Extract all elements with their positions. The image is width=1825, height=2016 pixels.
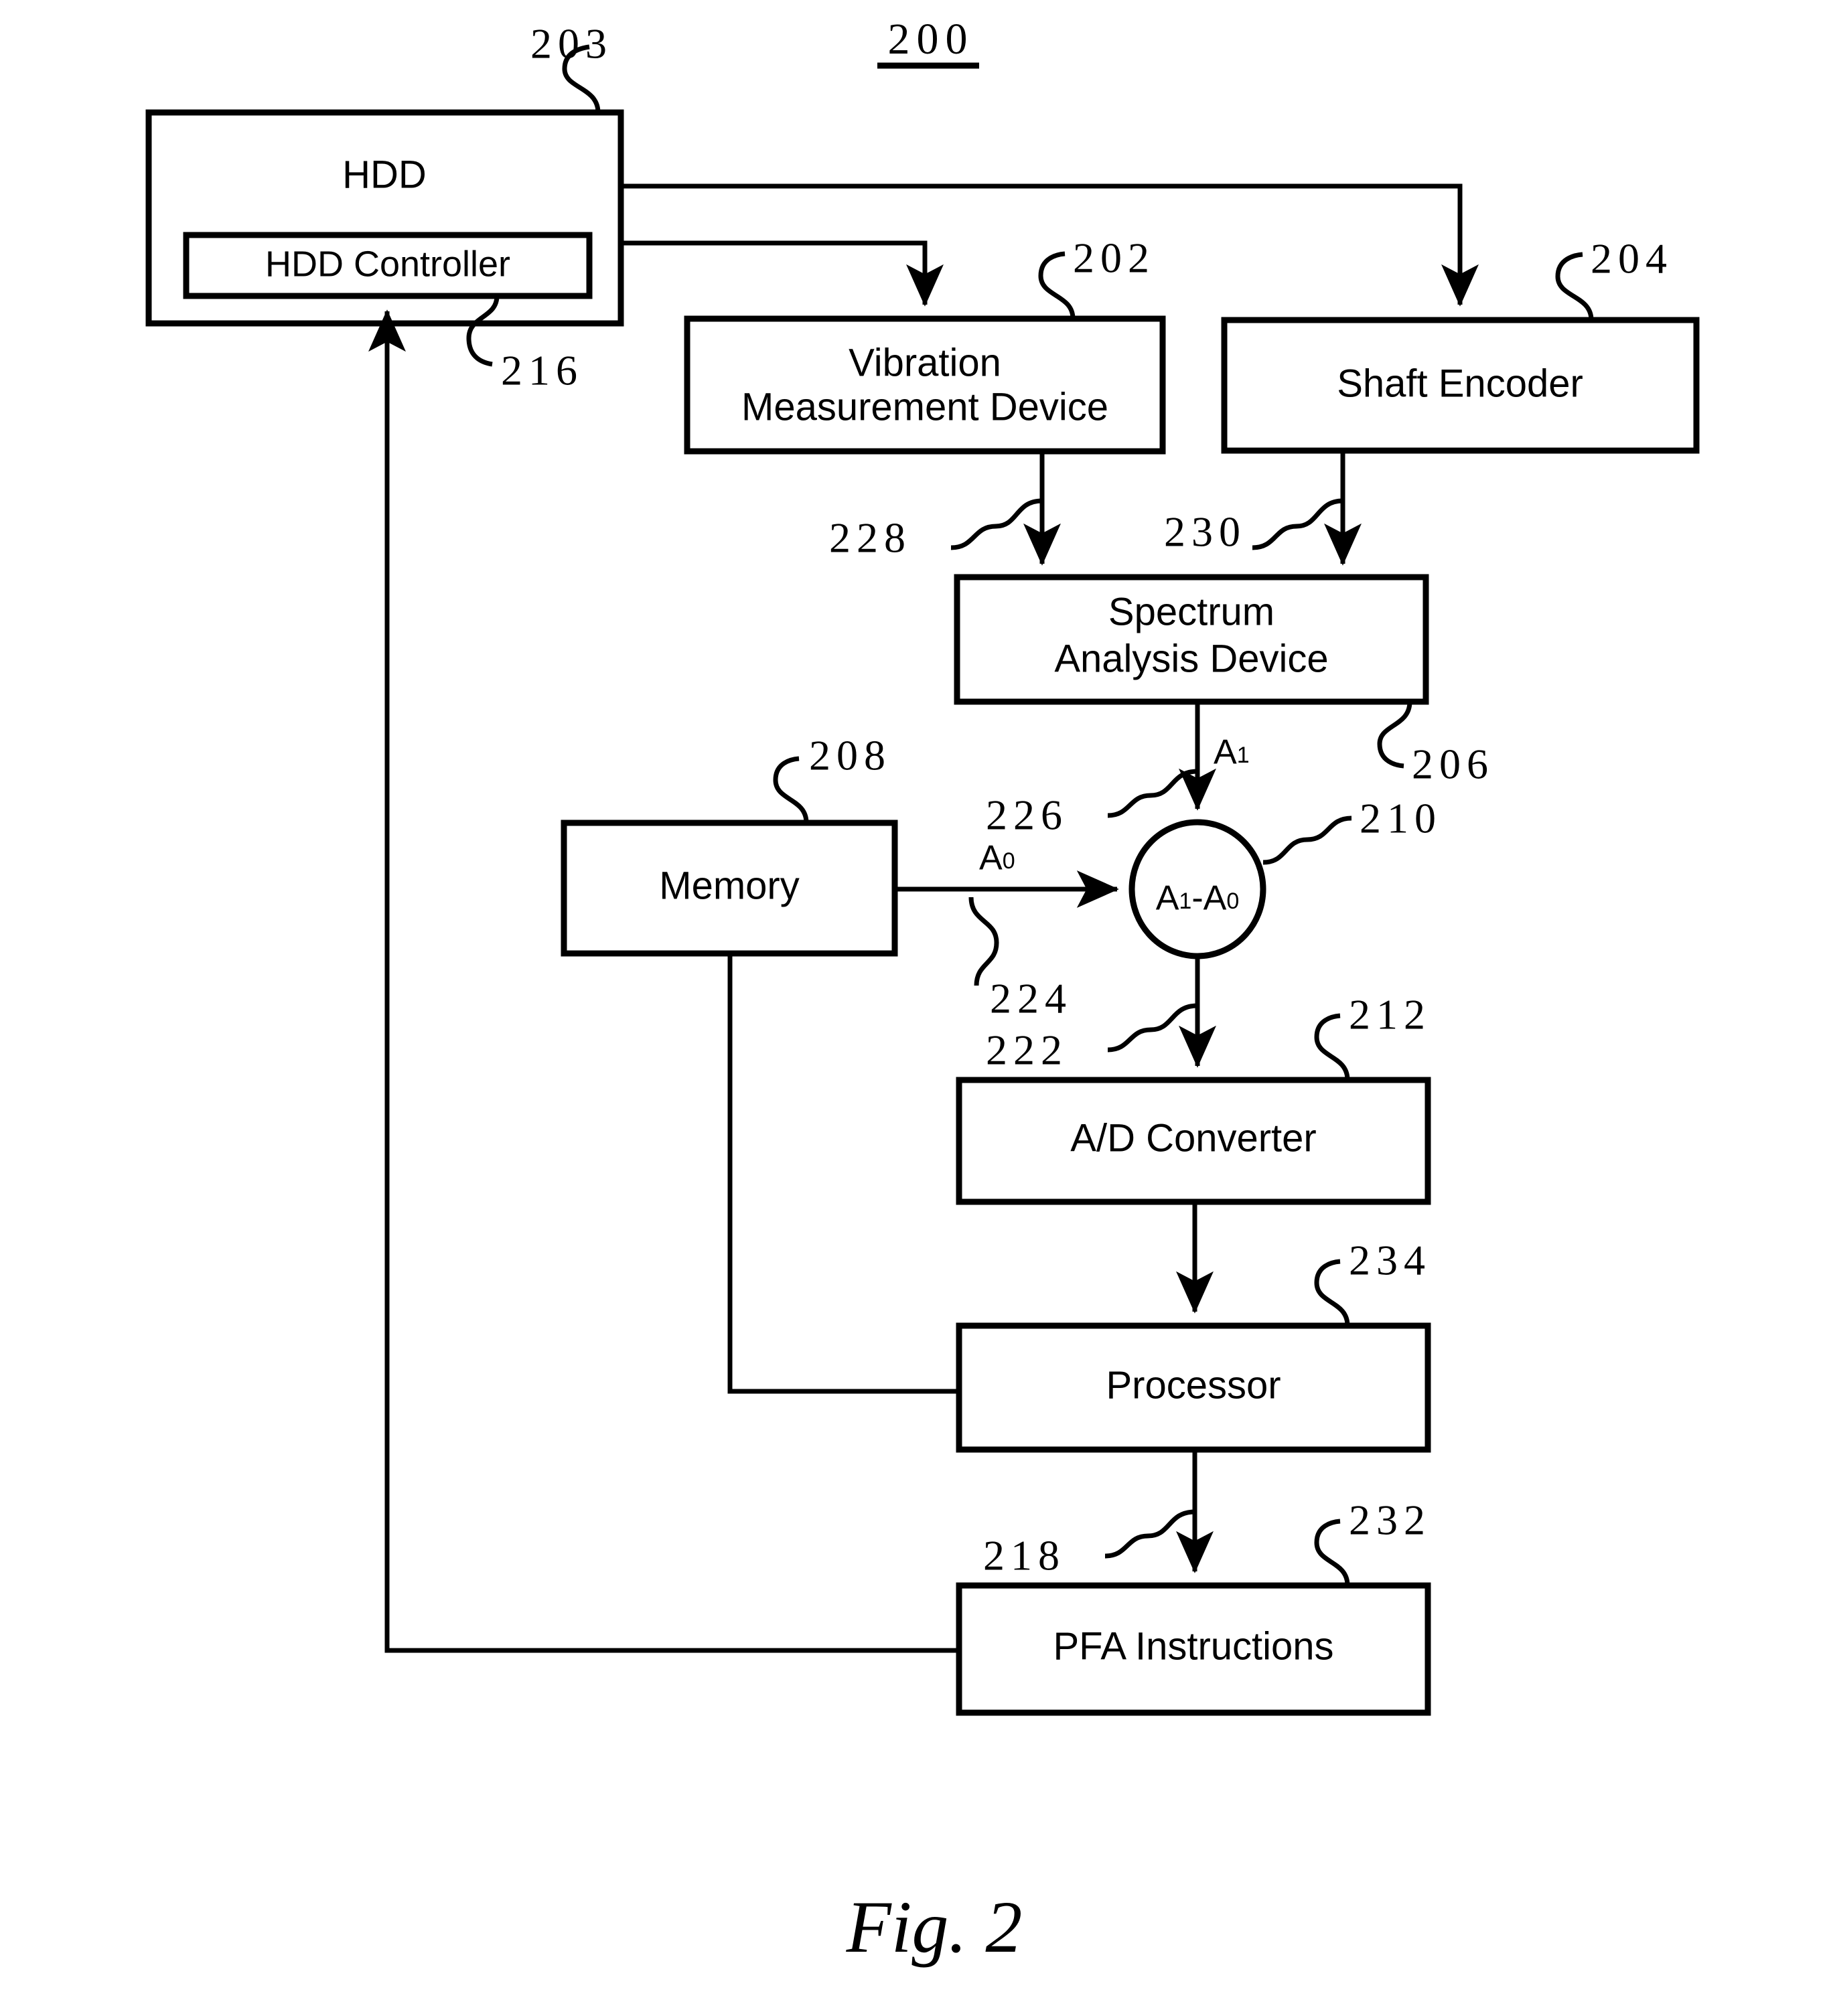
refnum-222: 222 (986, 1026, 1068, 1074)
refnum-224: 224 (990, 975, 1072, 1022)
refnum-204: 204 (1591, 235, 1673, 283)
refnum-228: 228 (829, 514, 911, 562)
leader-208 (773, 756, 809, 824)
connector-pfa-instructions-to-hdd-controller (368, 309, 959, 1653)
refnum-203: 203 (530, 20, 613, 68)
leader-202 (1038, 251, 1076, 319)
processor-label: Processor (1106, 1363, 1281, 1407)
connector-hdd-controller-to-vibration (621, 240, 944, 307)
leader-212 (1314, 1013, 1350, 1081)
pfa-instructions-label: PFA Instructions (1053, 1624, 1333, 1668)
vibration-device-label-line2: Measurement Device (741, 385, 1108, 429)
refnum-208: 208 (809, 732, 891, 779)
vibration-device-label-line1: Vibration (849, 341, 1001, 384)
refnum-230: 230 (1164, 508, 1246, 556)
memory-label: Memory (659, 864, 799, 907)
refnum-234: 234 (1349, 1237, 1431, 1284)
refnum-206: 206 (1412, 741, 1494, 788)
leader-218 (1104, 1509, 1195, 1559)
refnum-216: 216 (501, 347, 583, 394)
leader-234 (1314, 1259, 1350, 1326)
summing-node-a0-sub: 0 (1226, 888, 1239, 914)
leader-232 (1314, 1519, 1350, 1586)
refnum-218: 218 (983, 1532, 1066, 1579)
signal-a0-sub: 0 (1003, 848, 1015, 874)
leader-230 (1252, 498, 1343, 550)
leader-210 (1262, 816, 1352, 865)
summing-node-a1-sub: 1 (1179, 888, 1191, 914)
leader-226 (1107, 769, 1198, 818)
leader-224 (968, 897, 999, 986)
refnum-210: 210 (1360, 795, 1442, 842)
spectrum-device-label-line1: Spectrum (1108, 590, 1274, 633)
hdd-label: HDD (342, 153, 427, 196)
signal-a0-label: A0 (979, 839, 1015, 878)
summing-node-minus-a0: -A (1191, 879, 1226, 918)
signal-a0-main: A (979, 839, 1003, 878)
refnum-226: 226 (986, 791, 1068, 839)
leader-228 (950, 498, 1043, 550)
system-reference-number: 200 (888, 15, 974, 64)
signal-a1-label: A1 (1214, 733, 1250, 772)
refnum-232: 232 (1349, 1496, 1431, 1544)
connector-memory-to-processor (727, 953, 959, 1394)
leader-206 (1377, 701, 1412, 769)
leader-204 (1555, 252, 1594, 321)
hdd-controller-label: HDD Controller (265, 244, 510, 284)
figure-caption: Fig. 2 (846, 1886, 1023, 1968)
block-diagram: 200 HDD HDD Controller Vibration Measure… (145, 15, 1700, 1968)
refnum-212: 212 (1349, 991, 1431, 1038)
leader-222 (1107, 1003, 1198, 1053)
summing-node-a1-main: A (1156, 879, 1179, 918)
patent-figure-page: 200 HDD HDD Controller Vibration Measure… (0, 0, 1825, 2016)
spectrum-device-label-line2: Analysis Device (1054, 637, 1328, 680)
shaft-encoder-label: Shaft Encoder (1337, 362, 1583, 405)
signal-a1-sub: 1 (1237, 743, 1250, 768)
signal-a1-main: A (1214, 733, 1237, 772)
ad-converter-label: A/D Converter (1070, 1116, 1316, 1160)
refnum-202: 202 (1073, 234, 1155, 282)
